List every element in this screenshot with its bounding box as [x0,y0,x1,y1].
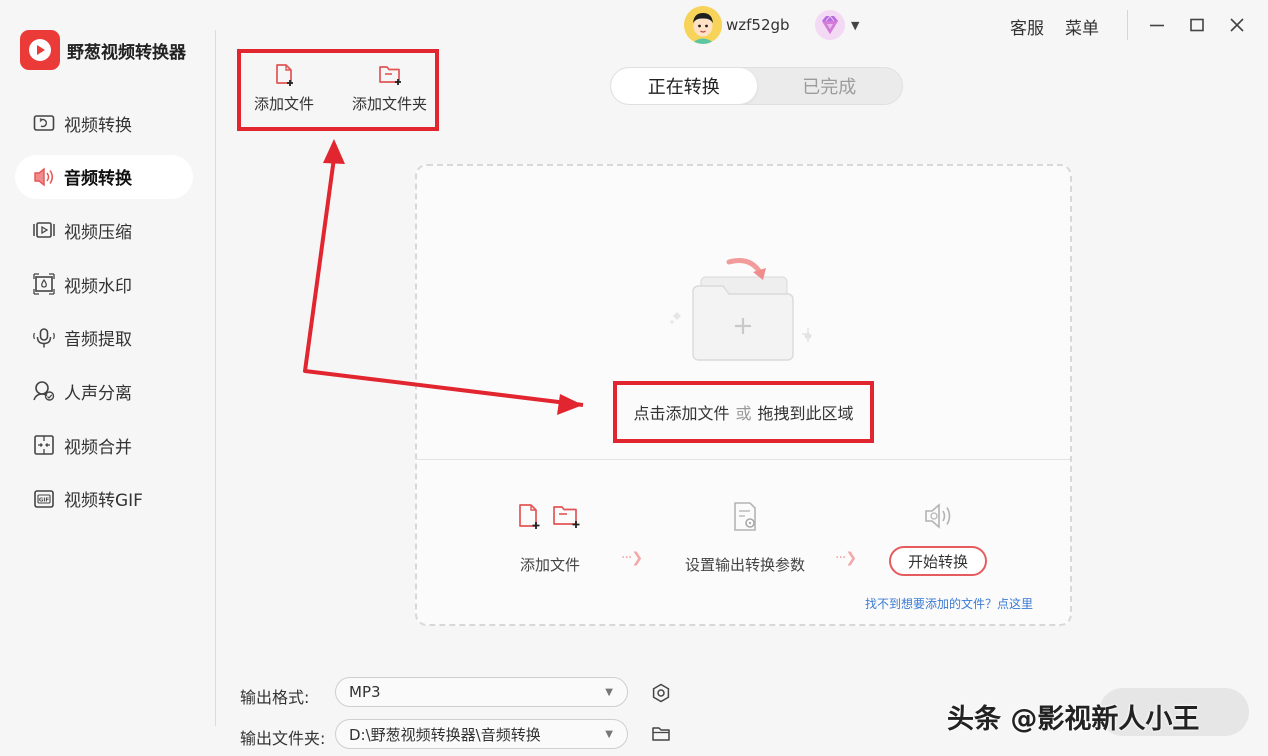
dropzone-divider [417,459,1070,460]
click-add-text: 点击添加文件 [633,404,730,423]
add-folder-button[interactable]: 添加文件夹 [352,63,427,114]
step-set-params: 设置输出转换参数 [685,500,805,575]
sidebar: 野葱视频转换器 视频转换 音频转换 视频压缩 视频水印 音频提取 人声分离 视频… [0,0,216,756]
output-folder-value: D:\野葱视频转换器\音频转换 [349,725,541,744]
click-or-drag-area[interactable]: 点击添加文件 或 拖拽到此区域 [613,381,874,443]
format-settings-button[interactable] [650,682,672,704]
minimize-icon [1150,24,1164,27]
minimize-button[interactable] [1145,13,1169,37]
drag-here-text: 拖拽到此区域 [757,404,854,423]
video-convert-icon [32,111,56,135]
open-folder-button[interactable] [650,723,672,745]
maximize-icon [1190,18,1204,32]
app-logo-icon [20,30,60,70]
video-gif-icon: GIF [32,487,56,511]
sidebar-item-video-compress[interactable]: 视频压缩 [15,208,193,252]
help-link[interactable]: 找不到想要添加的文件？点这里 [865,595,1033,612]
tab-done[interactable]: 已完成 [757,68,903,104]
close-button[interactable] [1225,13,1249,37]
video-watermark-icon [32,272,56,296]
sidebar-item-label: 音频提取 [64,330,132,351]
app-name: 野葱视频转换器 [67,42,186,63]
add-file-button[interactable]: 添加文件 [254,63,314,114]
step-set-params-label: 设置输出转换参数 [685,556,806,574]
add-tools-highlight: 添加文件 添加文件夹 [237,49,439,131]
sidebar-item-label: 视频压缩 [64,222,132,243]
add-file-icon [276,64,293,86]
sidebar-item-label: 视频转换 [64,115,132,136]
sidebar-item-label: 音频转换 [64,169,132,190]
output-format-value: MP3 [349,683,381,701]
chevron-down-icon: ▼ [851,18,860,32]
username: wzf52gb [726,16,790,34]
chevron-down-icon: ▼ [605,687,613,698]
step-arrow-icon: ···❯ [835,550,857,566]
vip-diamond-icon [815,10,845,40]
sidebar-item-video-convert[interactable]: 视频转换 [15,101,193,145]
vocal-separate-icon [32,379,56,403]
add-folder-icon [378,66,401,85]
sidebar-item-label: 人声分离 [64,383,132,404]
watermark-text: 头条 @影视新人小王 [947,704,1200,735]
file-drop-zone[interactable]: 点击添加文件 或 拖拽到此区域 添加文件 ···❯ 设置输出转换参数 ···❯ [415,164,1072,626]
sidebar-item-video-gif[interactable]: GIF 视频转GIF [15,477,193,521]
step-add-file: 添加文件 [514,500,586,575]
tab-converting[interactable]: 正在转换 [611,68,757,104]
step-arrow-icon: ···❯ [621,550,643,566]
start-convert-button[interactable]: 开始转换 [889,546,987,576]
avatar[interactable] [684,6,722,44]
output-folder-select[interactable]: D:\野葱视频转换器\音频转换 ▼ [335,719,628,749]
status-tabs: 正在转换 已完成 [610,67,903,105]
sidebar-item-vocal-separate[interactable]: 人声分离 [15,369,193,413]
audio-convert-icon [32,165,56,189]
audio-extract-icon [32,326,56,350]
sidebar-item-video-merge[interactable]: 视频合并 [15,423,193,467]
or-text: 或 [735,404,752,423]
vip-badge[interactable]: ▼ [813,8,859,42]
sidebar-item-audio-convert[interactable]: 音频转换 [15,154,193,199]
video-compress-icon [32,218,56,242]
audio-convert-step-icon [925,503,951,529]
app-logo: 野葱视频转换器 [20,30,186,70]
svg-text:GIF: GIF [39,497,50,503]
output-folder-label: 输出文件夹: [240,729,326,748]
output-format-select[interactable]: MP3 ▼ [335,677,628,707]
sidebar-item-label: 视频合并 [64,437,132,458]
header-separator [1127,10,1128,40]
settings-icon [652,683,670,703]
step-add-file-label: 添加文件 [519,556,580,574]
sidebar-item-audio-extract[interactable]: 音频提取 [15,316,193,360]
chevron-down-icon: ▼ [605,729,613,740]
customer-service-link[interactable]: 客服 [1010,14,1044,39]
close-icon [1230,18,1244,32]
sidebar-item-label: 视频转GIF [64,491,143,512]
sidebar-item-label: 视频水印 [64,276,132,297]
settings-file-icon [734,502,756,531]
folder-add-illustration [670,258,812,361]
sidebar-divider [215,30,216,726]
add-folder-label: 添加文件夹 [352,95,428,113]
output-format-label: 输出格式: [240,688,310,707]
user-profile[interactable]: wzf52gb [684,6,790,44]
sidebar-nav: 视频转换 音频转换 视频压缩 视频水印 音频提取 人声分离 视频合并 GIF 视… [15,101,193,531]
video-merge-icon [32,433,56,457]
maximize-button[interactable] [1185,13,1209,37]
add-file-label: 添加文件 [254,95,315,113]
menu-link[interactable]: 菜单 [1065,14,1099,39]
folder-icon [652,727,670,741]
add-file-folder-icons [519,504,580,529]
sidebar-item-video-watermark[interactable]: 视频水印 [15,262,193,306]
